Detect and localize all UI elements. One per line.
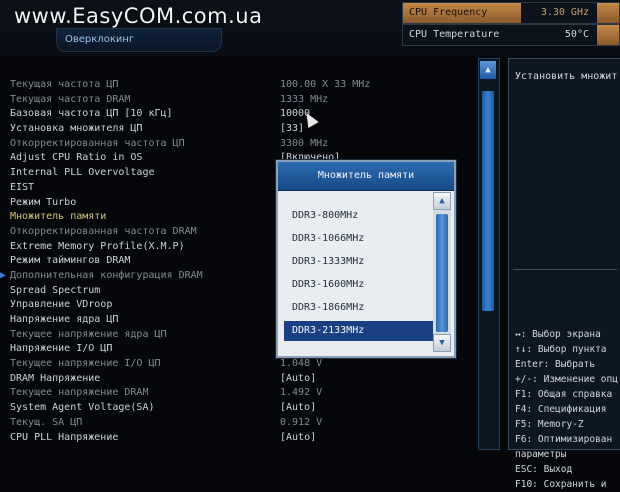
submenu-arrow-icon: ▶ <box>0 269 7 281</box>
setting-row[interactable]: Базовая частота ЦП [10 кГц] 10000 <box>10 107 480 122</box>
help-divider <box>513 269 617 270</box>
setting-row[interactable]: System Agent Voltage(SA) [Auto] <box>10 401 480 416</box>
setting-value: 3300 MHz <box>280 137 329 149</box>
popup-option[interactable]: DDR3-800MHz <box>284 206 440 226</box>
legend-item: Enter: Выбрать <box>515 359 596 370</box>
setting-name: Режим Turbo <box>10 196 77 208</box>
popup-title: Множитель памяти <box>278 162 454 191</box>
setting-value[interactable]: [Auto] <box>280 372 316 387</box>
key-legend: ↔: Выбор экрана ↑↓: Выбор пункта Enter: … <box>515 327 618 492</box>
setting-name: Напряжение ядра ЦП <box>10 314 119 325</box>
legend-item: параметры <box>515 449 567 460</box>
setting-value[interactable]: [Auto] <box>280 431 316 446</box>
setting-row: Текущ. SA ЦП 0.912 V <box>10 416 480 431</box>
popup-scrollbar[interactable]: ▲ ▼ <box>433 192 451 352</box>
cpu-frequency-indicator <box>597 3 619 23</box>
setting-name: Откорректированная частота DRAM <box>10 225 197 237</box>
memory-ratio-popup: Множитель памяти DDR3-800MHz DDR3-1066MH… <box>276 160 456 358</box>
section-tab-overclocking[interactable]: Оверклокинг <box>56 28 222 52</box>
popup-option[interactable]: DDR3-1333MHz <box>284 252 440 272</box>
setting-name: Дополнительная конфигурация DRAM <box>10 269 203 281</box>
help-panel: Установить множит ↔: Выбор экрана ↑↓: Вы… <box>508 58 620 490</box>
setting-name: Текущее напряжение ядра ЦП <box>10 328 167 340</box>
popup-scroll-down-icon[interactable]: ▼ <box>433 334 451 352</box>
settings-scrollbar[interactable]: ▲ <box>478 58 500 450</box>
popup-scrollbar-thumb[interactable] <box>436 214 448 332</box>
setting-name: Adjust CPU Ratio in OS <box>10 152 143 164</box>
legend-item: F5: Memory-Z <box>515 419 584 430</box>
setting-row: Текущее напряжение DRAM 1.492 V <box>10 386 480 401</box>
cpu-temperature-status: CPU Temperature 50°C <box>402 24 620 46</box>
setting-row: Откорректированная частота ЦП 3300 MHz <box>10 137 480 152</box>
setting-name: Множитель памяти <box>10 211 107 223</box>
setting-row[interactable]: DRAM Напряжение [Auto] <box>10 372 480 387</box>
popup-option-selected[interactable]: DDR3-2133MHz <box>284 321 440 341</box>
setting-value: 1.492 V <box>280 387 323 399</box>
setting-name: Internal PLL Overvoltage <box>10 167 155 179</box>
setting-name: CPU PLL Напряжение <box>10 431 119 443</box>
setting-name: Напряжение I/O ЦП <box>10 343 113 355</box>
cpu-temperature-label: CPU Temperature <box>409 29 500 40</box>
setting-value: 0.912 V <box>280 416 323 428</box>
legend-item: F10: Сохранить и <box>515 479 607 490</box>
setting-name: Текущая частота DRAM <box>10 93 131 105</box>
setting-name: Текущая частота ЦП <box>10 79 119 90</box>
legend-item: F1: Общая справка <box>515 389 613 400</box>
popup-scroll-up-icon[interactable]: ▲ <box>433 192 451 210</box>
cpu-frequency-value: 3.30 GHz <box>540 7 589 18</box>
setting-name: Текущее напряжение I/O ЦП <box>10 358 161 370</box>
setting-name: Откорректированная частота ЦП <box>10 137 185 149</box>
cpu-temperature-indicator <box>597 25 619 45</box>
cpu-frequency-label: CPU Frequency <box>403 3 521 23</box>
scroll-up-icon[interactable]: ▲ <box>480 61 496 79</box>
popup-option[interactable]: DDR3-1866MHz <box>284 298 440 318</box>
popup-option[interactable]: DDR3-1066MHz <box>284 229 440 249</box>
watermark-text: www.EasyCOM.com.ua <box>14 4 263 28</box>
setting-value: 1.048 V <box>280 358 323 370</box>
setting-row[interactable]: CPU PLL Напряжение [Auto] <box>10 431 480 446</box>
setting-name: Текущее напряжение DRAM <box>10 387 149 399</box>
scrollbar-thumb[interactable] <box>482 91 494 311</box>
legend-item: F6: Оптимизирован <box>515 434 613 445</box>
cpu-frequency-status: CPU Frequency 3.30 GHz <box>402 2 620 24</box>
setting-row[interactable]: Установка множителя ЦП [33] <box>10 122 480 137</box>
legend-item: +/-: Изменение опц <box>515 374 618 385</box>
setting-name: System Agent Voltage(SA) <box>10 402 155 414</box>
setting-name: Текущ. SA ЦП <box>10 416 83 428</box>
cpu-temperature-value: 50°C <box>564 29 589 40</box>
legend-item: ↔: Выбор экрана <box>515 329 601 340</box>
setting-value[interactable]: [33] <box>280 122 304 137</box>
setting-value[interactable]: [Auto] <box>280 401 316 416</box>
legend-item: F4: Спецификация <box>515 404 607 415</box>
setting-value: 100.00 X 33 MHz <box>280 79 371 90</box>
popup-option[interactable]: DDR3-1600MHz <box>284 275 440 295</box>
setting-name: EIST <box>10 181 35 193</box>
setting-name: Режим таймингов DRAM <box>10 255 131 267</box>
legend-item: ESC: Выход <box>515 464 573 475</box>
help-description: Установить множит <box>515 71 618 82</box>
setting-name: Spread Spectrum <box>10 284 101 296</box>
setting-name: Управление VDroop <box>10 299 113 311</box>
setting-name: Базовая частота ЦП [10 кГц] <box>10 108 173 120</box>
legend-item: ↑↓: Выбор пункта <box>515 344 607 355</box>
setting-row: Текущая частота DRAM 1333 MHz <box>10 93 480 108</box>
setting-row: Текущее напряжение I/O ЦП 1.048 V <box>10 357 480 372</box>
setting-row: Текущая частота ЦП 100.00 X 33 MHz <box>10 78 480 93</box>
setting-value: 1333 MHz <box>280 93 329 105</box>
setting-name: Extreme Memory Profile(X.M.P) <box>10 240 185 252</box>
setting-name: DRAM Напряжение <box>10 372 101 384</box>
setting-name: Установка множителя ЦП <box>10 123 143 135</box>
